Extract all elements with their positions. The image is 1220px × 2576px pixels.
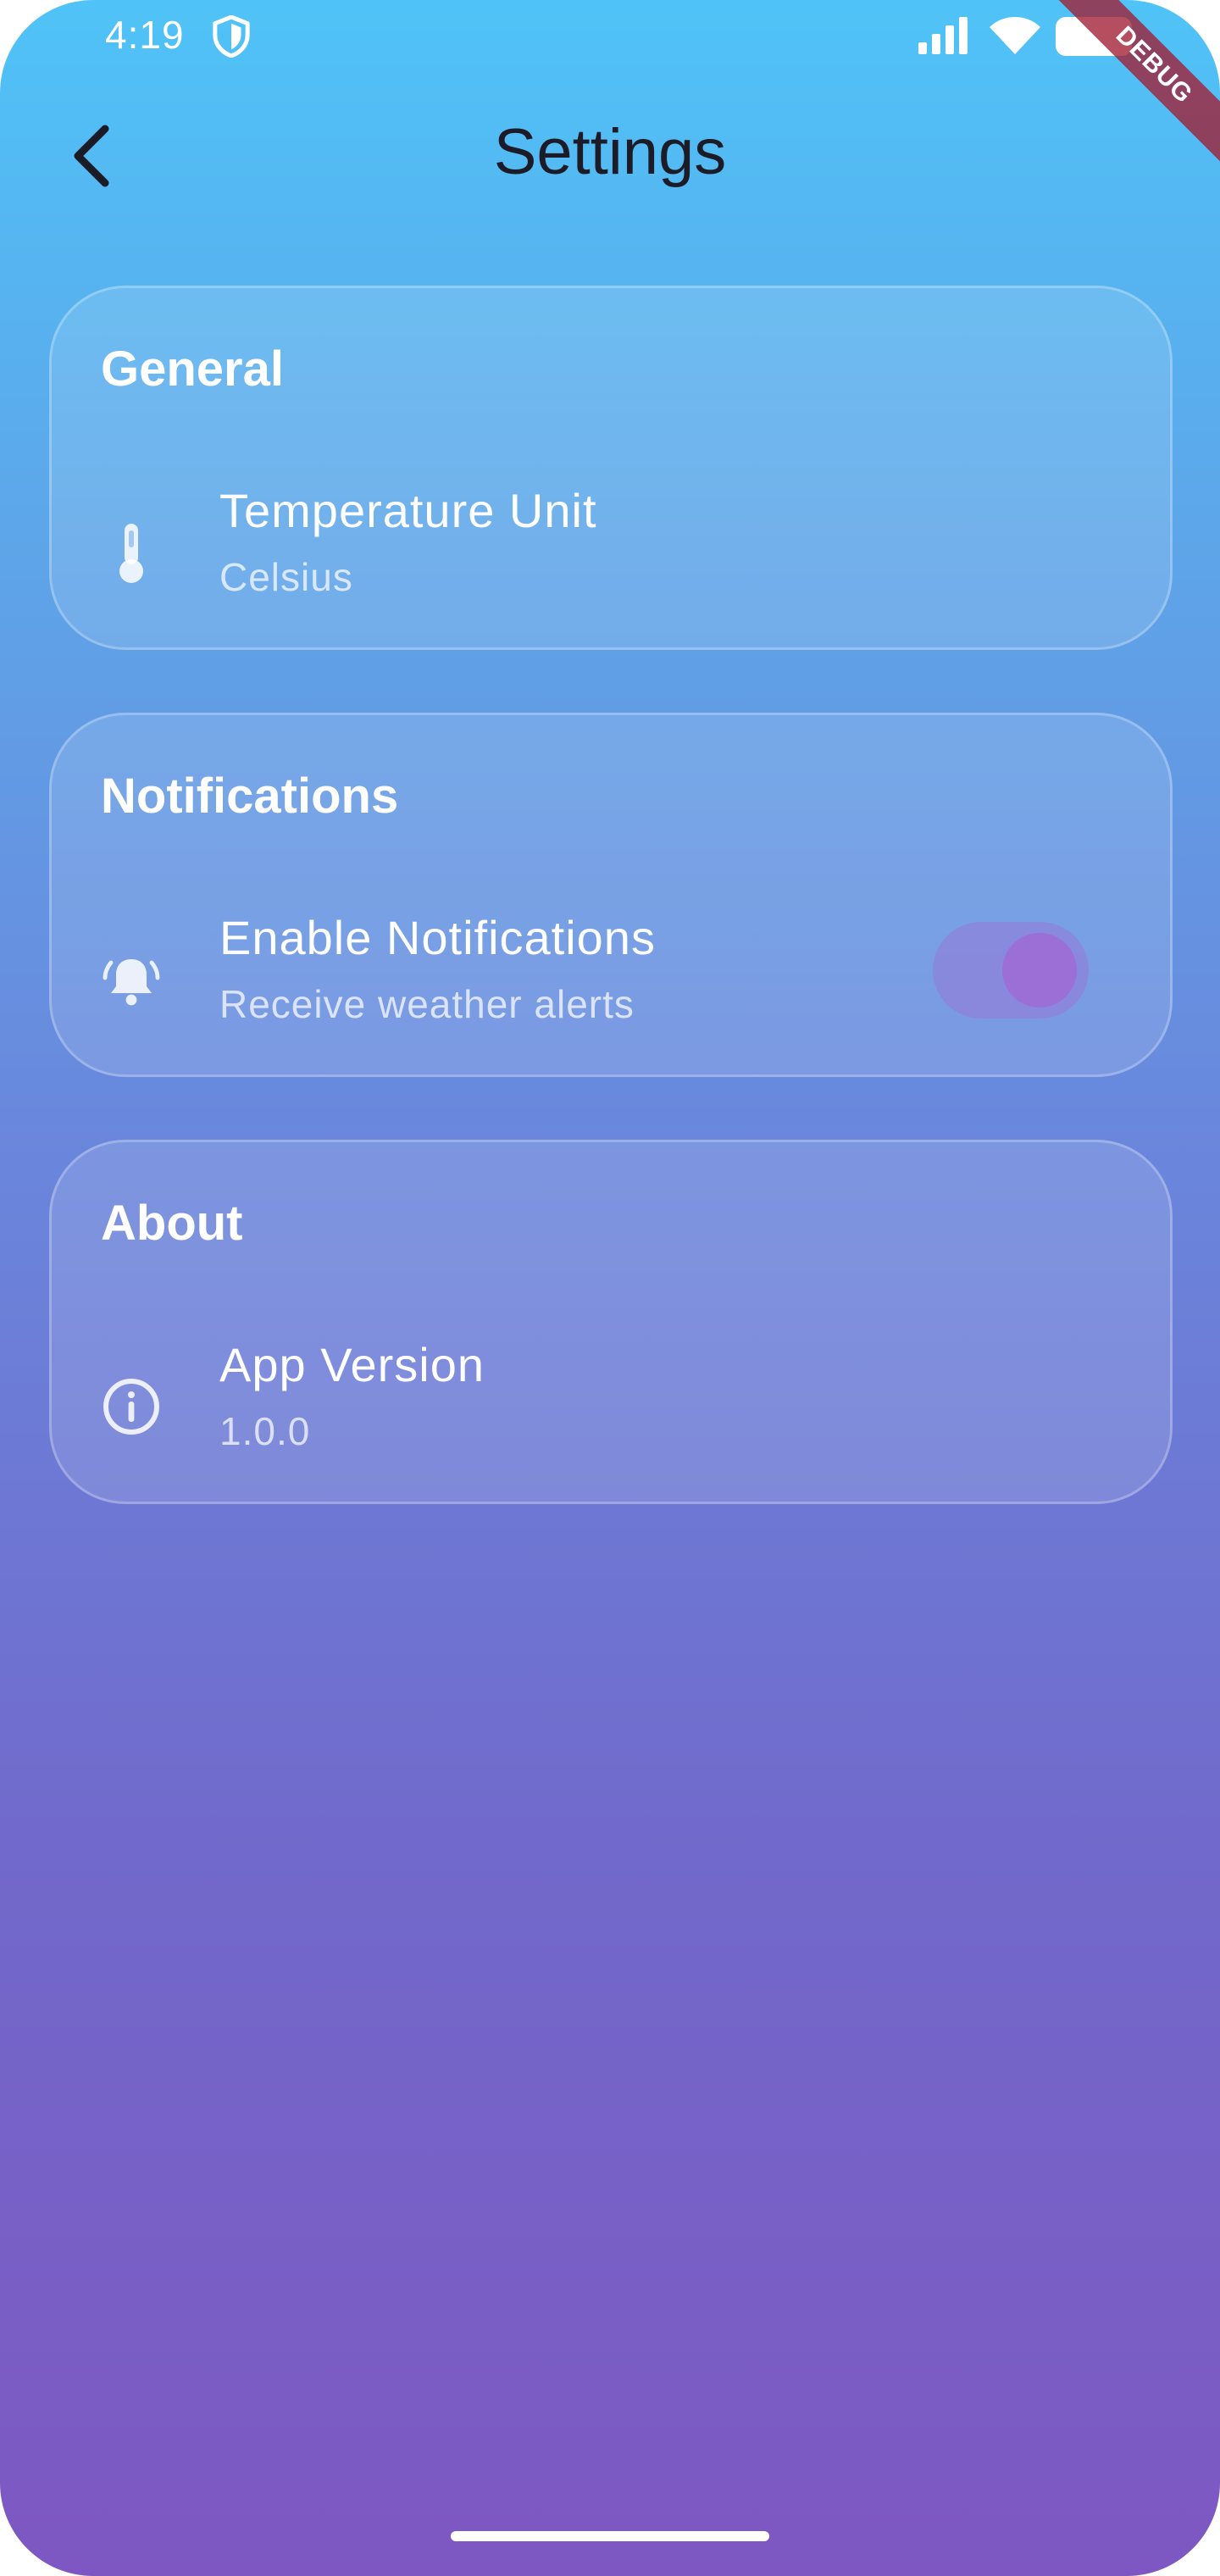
app-bar: Settings xyxy=(0,93,1220,220)
about-section-card: About App Version 1.0.0 xyxy=(49,1140,1173,1504)
status-bar: 4:19 xyxy=(0,0,1220,76)
signal-icon xyxy=(918,17,968,54)
app-version-value: 1.0.0 xyxy=(219,1409,311,1453)
notifications-section-card: Notifications Enable Notifications Recei… xyxy=(49,713,1173,1077)
notifications-toggle[interactable] xyxy=(933,922,1089,1019)
general-section-card: General Temperature Unit Celsius xyxy=(49,286,1173,650)
home-indicator[interactable] xyxy=(451,2531,769,2541)
section-title-general: General xyxy=(101,341,284,397)
status-time: 4:19 xyxy=(105,13,185,57)
temperature-unit-setting[interactable]: Temperature Unit Celsius xyxy=(52,483,1170,619)
toggle-thumb xyxy=(1002,933,1077,1008)
section-title-about: About xyxy=(101,1196,243,1251)
app-version-label: App Version xyxy=(219,1338,485,1391)
app-version-row: App Version 1.0.0 xyxy=(52,1337,1170,1473)
enable-notifications-label: Enable Notifications xyxy=(219,911,656,964)
info-icon xyxy=(99,1374,164,1439)
shield-icon xyxy=(213,15,250,58)
wifi-icon xyxy=(990,17,1040,54)
phone-screen: 4:19 DEBUG Settings General Temperature … xyxy=(0,0,1220,2576)
bell-ringing-icon xyxy=(99,947,164,1012)
temperature-unit-value: Celsius xyxy=(219,555,353,599)
temperature-unit-label: Temperature Unit xyxy=(219,484,597,537)
page-title: Settings xyxy=(493,116,727,188)
section-title-notifications: Notifications xyxy=(101,769,399,824)
thermometer-icon xyxy=(99,520,164,585)
enable-notifications-description: Receive weather alerts xyxy=(219,982,635,1026)
